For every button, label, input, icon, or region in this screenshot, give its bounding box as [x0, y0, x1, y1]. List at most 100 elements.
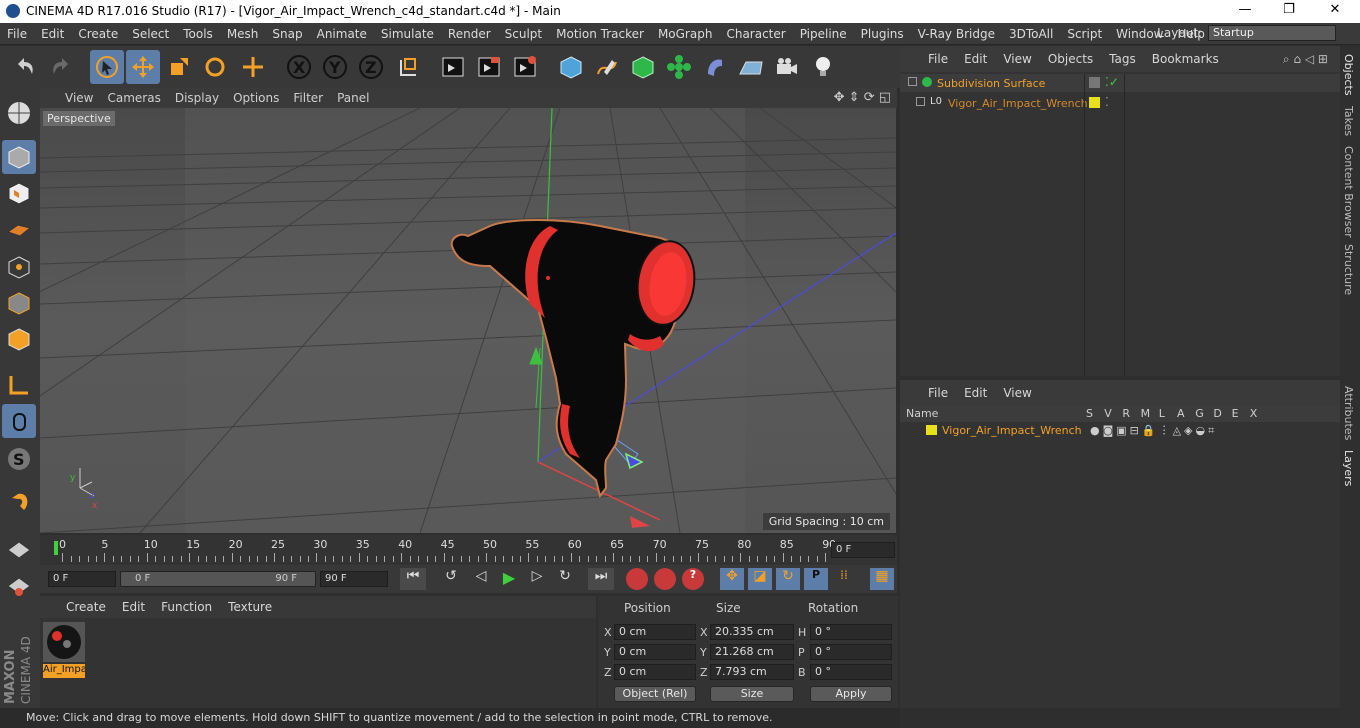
menu-item-edit[interactable]: Edit [34, 27, 71, 41]
menu-item-select[interactable]: Select [125, 27, 176, 41]
menu-item-file[interactable]: File [0, 27, 34, 41]
undo-button[interactable] [8, 50, 42, 84]
layer-menu-view[interactable]: View [995, 386, 1039, 400]
size-field[interactable]: 20.335 cm [710, 624, 794, 640]
autokey-button[interactable] [654, 568, 676, 590]
texture-mode-button[interactable] [2, 176, 36, 210]
make-editable-button[interactable] [2, 96, 36, 130]
key-scale-button[interactable]: ◪ [748, 568, 772, 590]
scale-tool-button[interactable] [162, 50, 196, 84]
expand-icon[interactable] [916, 97, 925, 106]
pen-spline-button[interactable] [590, 50, 624, 84]
layer-column-s[interactable]: S [1086, 407, 1093, 420]
timeline-ruler[interactable]: 0 5 10 15 20 25 30 35 40 45 50 55 60 65 70 75 80 85 90 0 F [40, 535, 897, 565]
edges-mode-button[interactable] [2, 286, 36, 320]
transform-tool-button[interactable] [236, 50, 270, 84]
layer-menu-edit[interactable]: Edit [956, 386, 995, 400]
size-mode-dropdown[interactable]: Size [710, 686, 794, 702]
previous-key-button[interactable]: ↺ [438, 568, 464, 590]
end-frame-field[interactable]: 90 F [320, 571, 388, 587]
model-mode-button[interactable] [2, 140, 36, 174]
viewport-menu-display[interactable]: Display [168, 91, 226, 105]
go-to-start-button[interactable]: ⏮ [400, 568, 426, 590]
move-tool-button[interactable] [126, 50, 160, 84]
size-field[interactable]: 21.268 cm [710, 644, 794, 660]
material-menu-texture[interactable]: Texture [220, 600, 280, 614]
coordinate-system-button[interactable] [392, 50, 426, 84]
layer-column-l[interactable]: L [1159, 407, 1165, 420]
object-menu-file[interactable]: File [920, 52, 956, 66]
tab-structure[interactable]: Structure [1342, 244, 1355, 295]
tab-takes[interactable]: Takes [1342, 106, 1355, 136]
menu-item-tools[interactable]: Tools [176, 27, 220, 41]
menu-item-character[interactable]: Character [719, 27, 792, 41]
planar-workplane-button[interactable] [2, 568, 36, 602]
live-selection-button[interactable] [90, 50, 124, 84]
material-swatch[interactable]: Air_Impa [43, 622, 85, 678]
layer-column-d[interactable]: D [1213, 407, 1221, 420]
viewport-menu-view[interactable]: View [58, 91, 100, 105]
layer-column-x[interactable]: X [1250, 407, 1258, 420]
object-menu-tags[interactable]: Tags [1101, 52, 1144, 66]
cube-primitive-button[interactable] [554, 50, 588, 84]
workplane-button[interactable] [2, 212, 36, 246]
collapse-icon[interactable] [908, 77, 917, 86]
position-field[interactable]: 0 cm [614, 624, 696, 640]
object-manager-search-icon[interactable]: ⌕ ⌂ ◁ ⊞ [1283, 52, 1328, 67]
object-name[interactable]: Vigor_Air_Impact_Wrench [948, 97, 1088, 110]
object-menu-objects[interactable]: Objects [1040, 52, 1101, 66]
menu-item-script[interactable]: Script [1060, 27, 1109, 41]
camera-button[interactable] [770, 50, 804, 84]
visibility-dots-icon[interactable]: ⁚ [1105, 95, 1109, 109]
material-menu-function[interactable]: Function [153, 600, 220, 614]
rotate-tool-button[interactable] [198, 50, 232, 84]
menu-item-animate[interactable]: Animate [310, 27, 374, 41]
menu-item-sculpt[interactable]: Sculpt [498, 27, 549, 41]
go-to-end-button[interactable]: ⏭ [588, 568, 614, 590]
object-menu-bookmarks[interactable]: Bookmarks [1144, 52, 1227, 66]
key-position-button[interactable]: ✥ [720, 568, 744, 590]
rotation-field[interactable]: 0 ° [810, 624, 892, 640]
layer-column-r[interactable]: R [1122, 407, 1130, 420]
next-key-button[interactable]: ↻ [552, 568, 578, 590]
material-menu-edit[interactable]: Edit [114, 600, 153, 614]
render-view-button[interactable] [436, 50, 470, 84]
menu-item-mesh[interactable]: Mesh [220, 27, 266, 41]
object-row-subdivision[interactable]: Subdivision Surface ⁚✓ [900, 74, 1340, 92]
object-name[interactable]: Subdivision Surface [937, 77, 1045, 90]
menu-item-mograph[interactable]: MoGraph [651, 27, 720, 41]
viewport-navigation-icons[interactable]: ✥ ⇕ ⟳ ◱ [834, 90, 891, 105]
viewport-menu-options[interactable]: Options [226, 91, 286, 105]
object-menu-view[interactable]: View [995, 52, 1039, 66]
rotation-field[interactable]: 0 ° [810, 644, 892, 660]
layer-flag-icons[interactable]: ●◙▣⊟🔒︙◬◈◒⌗ [1090, 422, 1217, 438]
layer-column-name[interactable]: Name [906, 407, 938, 420]
menu-item-create[interactable]: Create [71, 27, 125, 41]
key-parameter-button[interactable]: P [804, 568, 828, 590]
minimize-button[interactable]: — [1222, 2, 1268, 17]
points-mode-button[interactable] [2, 250, 36, 284]
render-settings-button[interactable] [508, 50, 542, 84]
record-button[interactable] [626, 568, 648, 590]
layer-row[interactable]: Vigor_Air_Impact_Wrench ●◙▣⊟🔒︙◬◈◒⌗ [900, 422, 1340, 438]
x-axis-lock-button[interactable]: X [282, 50, 316, 84]
subdivision-surface-button[interactable] [626, 50, 660, 84]
size-field[interactable]: 7.793 cm [710, 664, 794, 680]
cloner-button[interactable] [662, 50, 696, 84]
frame-range-slider[interactable]: 0 F 90 F [120, 571, 316, 587]
tweak-mode-button[interactable] [2, 404, 36, 438]
key-rotation-button[interactable]: ↻ [776, 568, 800, 590]
position-field[interactable]: 0 cm [614, 644, 696, 660]
position-field[interactable]: 0 cm [614, 664, 696, 680]
locked-workplane-button[interactable] [2, 532, 36, 566]
viewport-menu-panel[interactable]: Panel [330, 91, 376, 105]
next-frame-button[interactable]: ▷ [524, 568, 550, 590]
tab-content-browser[interactable]: Content Browser [1342, 146, 1355, 238]
menu-item-simulate[interactable]: Simulate [374, 27, 441, 41]
menu-item-3dtoall[interactable]: 3DToAll [1002, 27, 1060, 41]
polygons-mode-button[interactable] [2, 322, 36, 356]
layer-tag-icon[interactable] [1089, 77, 1100, 88]
layer-column-m[interactable]: M [1141, 407, 1151, 420]
layer-column-a[interactable]: A [1177, 407, 1185, 420]
menu-item-v-ray-bridge[interactable]: V-Ray Bridge [911, 27, 1002, 41]
